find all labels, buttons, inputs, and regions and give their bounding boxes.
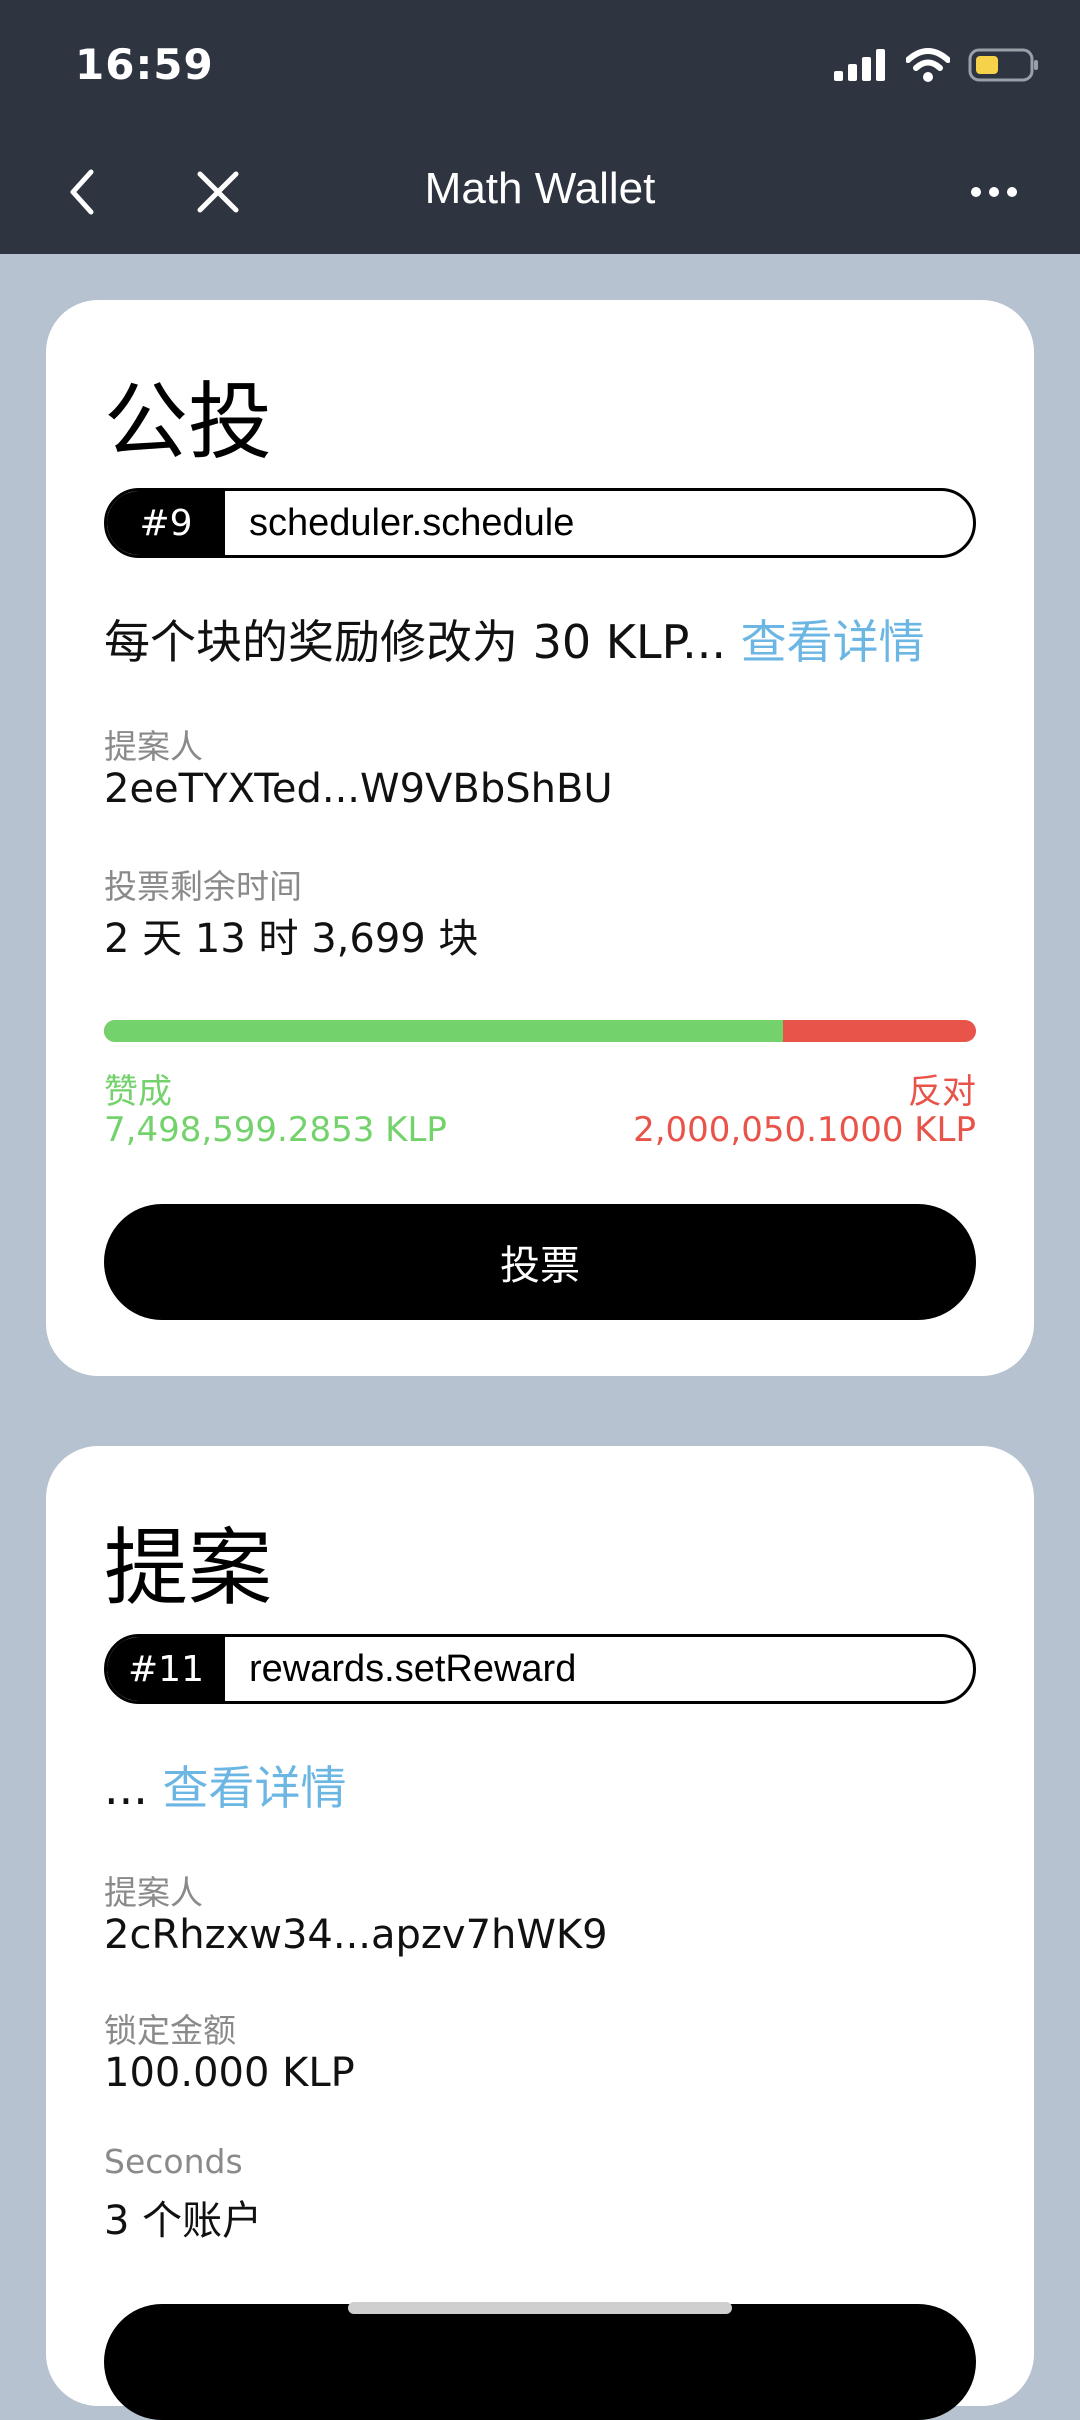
- more-button[interactable]: [962, 160, 1026, 224]
- page-title: Math Wallet: [424, 164, 656, 213]
- status-bar: 16:59: [0, 0, 1080, 130]
- proposal-description: ...: [104, 1761, 148, 1815]
- vote-button[interactable]: 投票: [104, 1204, 976, 1320]
- navigation-bar: Math Wallet: [0, 130, 1080, 254]
- nay-label: 反对: [908, 1072, 976, 1112]
- referendum-method: scheduler.schedule: [249, 501, 575, 544]
- proposal-proposer-address: 2cRhzxw34...apzv7hWK9: [104, 1912, 608, 1958]
- referendum-description-row: 每个块的奖励修改为 30 KLP... 查看详情: [104, 606, 925, 672]
- status-icons: [834, 45, 1040, 85]
- proposal-heading: 提案: [104, 1519, 273, 1617]
- vote-progress-aye-fill: [104, 1020, 784, 1042]
- wifi-icon: [906, 48, 950, 82]
- seconds-label: Seconds: [104, 2142, 243, 2181]
- second-button[interactable]: [104, 2304, 976, 2420]
- proposal-description-row: ... 查看详情: [104, 1752, 347, 1818]
- proposal-proposer-label: 提案人: [104, 1873, 203, 1912]
- proposer-address: 2eeTYXTed...W9VBbShBU: [104, 766, 613, 812]
- proposal-number: #11: [107, 1637, 225, 1701]
- home-indicator: [348, 2302, 732, 2314]
- referendum-method-pill: #9 scheduler.schedule: [104, 488, 976, 558]
- seconds-value: 3 个账户: [104, 2198, 263, 2244]
- nay-amount: 2,000,050.1000 KLP: [633, 1110, 976, 1150]
- aye-amount: 7,498,599.2853 KLP: [104, 1110, 447, 1150]
- remaining-time-value: 2 天 13 时 3,699 块: [104, 916, 479, 962]
- status-time: 16:59: [75, 40, 214, 89]
- proposer-label: 提案人: [104, 727, 203, 766]
- more-icon: [971, 187, 1017, 197]
- referendum-details-link[interactable]: 查看详情: [741, 615, 925, 669]
- aye-label: 赞成: [104, 1072, 172, 1112]
- remaining-time-label: 投票剩余时间: [104, 867, 302, 906]
- locked-amount-label: 锁定金额: [104, 2011, 236, 2050]
- proposal-method: rewards.setReward: [249, 1647, 577, 1690]
- referendum-card: 公投 #9 scheduler.schedule 每个块的奖励修改为 30 KL…: [46, 300, 1034, 1376]
- referendum-number: #9: [107, 491, 225, 555]
- referendum-heading: 公投: [104, 373, 273, 471]
- locked-amount-value: 100.000 KLP: [104, 2050, 355, 2096]
- proposal-method-pill: #11 rewards.setReward: [104, 1634, 976, 1704]
- battery-icon: [968, 48, 1038, 82]
- vote-progress-bar: [104, 1020, 976, 1042]
- referendum-description: 每个块的奖励修改为 30 KLP...: [104, 615, 727, 669]
- signal-icon: [834, 49, 885, 81]
- proposal-card: 提案 #11 rewards.setReward ... 查看详情 提案人 2c…: [46, 1446, 1034, 2420]
- proposal-details-link[interactable]: 查看详情: [163, 1761, 347, 1815]
